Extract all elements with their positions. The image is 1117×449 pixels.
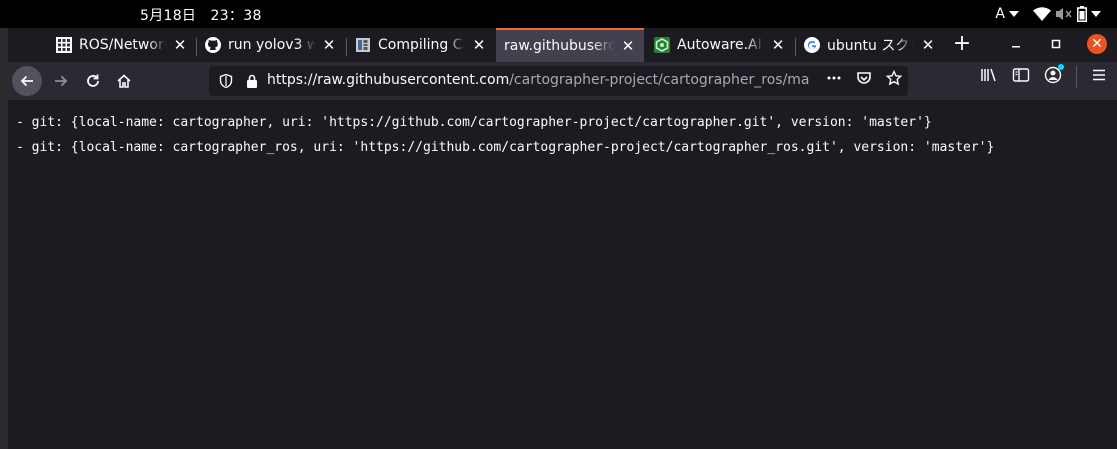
- close-icon[interactable]: ✕: [321, 37, 337, 53]
- system-top-bar: 5月18日 23：38 A: [0, 0, 1117, 28]
- system-clock[interactable]: 5月18日 23：38: [140, 5, 262, 25]
- url-text: https://raw.githubusercontent.com/cartog…: [267, 72, 827, 88]
- reload-button[interactable]: [78, 66, 108, 96]
- more-horizontal-icon: [827, 76, 841, 80]
- pocket-icon: [857, 72, 871, 84]
- docs-icon: [355, 37, 371, 53]
- arrow-left-icon: [20, 75, 33, 87]
- toolbar-right: [980, 64, 1107, 88]
- tab-raw-githubusercontent[interactable]: raw.githubuserco ✕: [496, 28, 644, 62]
- tab-title: Compiling Ca: [378, 37, 465, 53]
- menu-button[interactable]: [1091, 67, 1107, 87]
- close-icon[interactable]: ✕: [471, 37, 487, 53]
- library-button[interactable]: [980, 67, 998, 87]
- tab-title: Autoware.AI: [677, 37, 762, 53]
- tab-strip: ROS/Network ✕ run yolov3 wi ✕ Compiling …: [0, 28, 1117, 62]
- home-button[interactable]: [109, 66, 139, 96]
- volume-muted-icon: [1056, 8, 1072, 20]
- url-path: /cartographer-project/cartographer_ros/m…: [509, 72, 810, 88]
- close-icon[interactable]: ✕: [172, 37, 188, 53]
- arrow-right-icon: [55, 75, 68, 87]
- url-host: https://raw.githubusercontent.com: [267, 72, 510, 88]
- forward-button[interactable]: [46, 66, 76, 96]
- input-method-indicator[interactable]: A: [995, 6, 1019, 22]
- navigation-toolbar: https://raw.githubusercontent.com/cartog…: [0, 62, 1117, 100]
- close-icon: ✕: [1091, 36, 1103, 52]
- raw-text-document: - git: {local-name: cartographer, uri: '…: [8, 100, 1117, 160]
- wifi-icon: [1033, 7, 1051, 21]
- page-actions-button[interactable]: [826, 70, 842, 90]
- tab-title: ROS/Network: [79, 37, 166, 53]
- home-icon: [117, 74, 131, 88]
- tab-run-yolov3[interactable]: run yolov3 wi ✕: [197, 31, 345, 59]
- star-icon: [885, 69, 903, 86]
- status-menu[interactable]: [1033, 6, 1101, 22]
- plus-icon: +: [952, 31, 972, 56]
- library-icon: [981, 68, 996, 82]
- tab-ros-network[interactable]: ROS/Network ✕: [48, 31, 196, 59]
- maximize-icon: [1051, 39, 1061, 49]
- hamburger-menu-icon: [1093, 69, 1105, 81]
- grid-icon: [56, 37, 72, 53]
- minimize-button[interactable]: [1007, 35, 1025, 53]
- tab-title: ubuntu スクリ: [827, 38, 914, 54]
- account-button[interactable]: [1044, 64, 1064, 88]
- minimize-icon: [1012, 46, 1020, 48]
- github-icon: [205, 37, 221, 53]
- bookmark-button[interactable]: [885, 69, 903, 90]
- reload-icon: [87, 74, 99, 87]
- tab-compiling-cartographer[interactable]: Compiling Ca ✕: [347, 31, 495, 59]
- tab-title: raw.githubuserco: [504, 38, 614, 54]
- close-icon[interactable]: ✕: [770, 37, 786, 53]
- toolbar-separator: [1076, 66, 1077, 88]
- autoware-icon: [654, 37, 670, 53]
- sidebar-button[interactable]: [1012, 67, 1030, 87]
- text-line: - git: {local-name: cartographer_ros, ur…: [16, 140, 995, 155]
- url-bar[interactable]: https://raw.githubusercontent.com/cartog…: [209, 66, 908, 96]
- text-line: - git: {local-name: cartographer, uri: '…: [16, 115, 932, 130]
- back-button[interactable]: [12, 66, 42, 96]
- maximize-button[interactable]: [1047, 35, 1065, 53]
- pocket-button[interactable]: [856, 70, 872, 90]
- window-left-edge: [0, 28, 8, 449]
- lock-icon[interactable]: [245, 73, 259, 89]
- new-tab-button[interactable]: +: [950, 33, 974, 57]
- window-controls: ✕: [1007, 34, 1107, 54]
- tab-autoware-ai[interactable]: Autoware.AI ✕: [646, 31, 794, 59]
- tab-title: run yolov3 wi: [228, 37, 315, 53]
- tab-ubuntu-screenshot[interactable]: ubuntu スクリ ✕: [796, 31, 944, 59]
- chevron-down-icon: [1009, 11, 1019, 17]
- google-icon: [804, 37, 820, 53]
- url-bar-actions: [826, 69, 903, 90]
- input-method-label: A: [995, 6, 1005, 22]
- page-content: - git: {local-name: cartographer, uri: '…: [8, 100, 1117, 449]
- close-icon[interactable]: ✕: [620, 38, 636, 54]
- close-icon[interactable]: ✕: [920, 37, 936, 53]
- notification-dot: [1058, 64, 1064, 70]
- system-tray: A: [995, 3, 1101, 25]
- battery-icon: [1077, 6, 1087, 22]
- shield-icon[interactable]: [218, 73, 234, 89]
- chevron-down-icon: [1091, 11, 1101, 17]
- sidebar-icon: [1012, 68, 1030, 82]
- close-window-button[interactable]: ✕: [1087, 34, 1107, 54]
